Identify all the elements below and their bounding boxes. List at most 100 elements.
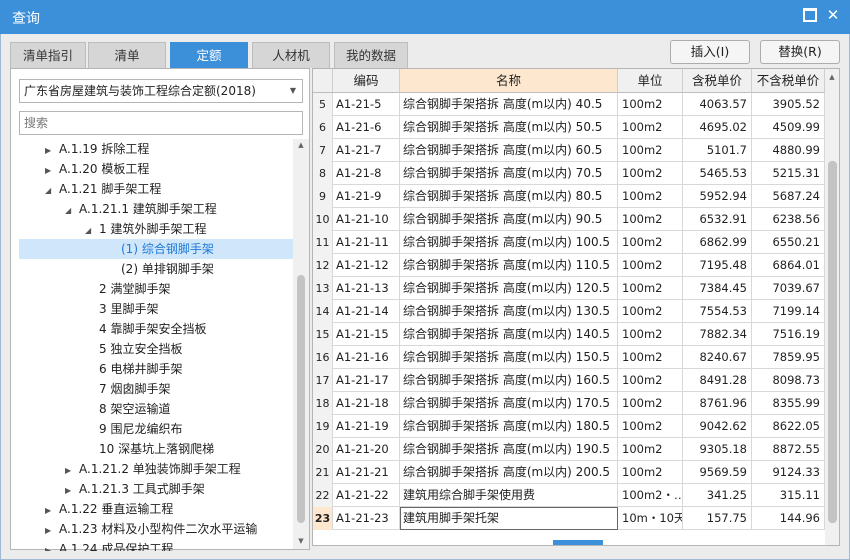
drag-handle[interactable] bbox=[553, 540, 603, 545]
code-cell[interactable]: A1-21-14 bbox=[333, 300, 400, 323]
row-index[interactable]: 11 bbox=[313, 231, 333, 254]
table-row[interactable]: 6 A1-21-6 综合钢脚手架搭拆 高度(m以内) 50.5 100m2 4695.0… bbox=[313, 116, 825, 139]
row-index[interactable]: 22 bbox=[313, 484, 333, 507]
price-tax-cell[interactable]: 6532.91 bbox=[683, 208, 752, 231]
scroll-up-icon[interactable]: ▲ bbox=[827, 73, 837, 81]
unit-cell[interactable]: 100m2 bbox=[618, 438, 683, 461]
code-cell[interactable]: A1-21-12 bbox=[333, 254, 400, 277]
table-row[interactable]: 22 A1-21-22 建筑用综合脚手架使用费 100m2・… 341.25 315.11 bbox=[313, 484, 825, 507]
code-cell[interactable]: A1-21-5 bbox=[333, 93, 400, 116]
scroll-down-icon[interactable]: ▼ bbox=[296, 537, 306, 545]
tree-node[interactable]: 10 深基坑上落钢爬梯 bbox=[85, 439, 214, 459]
row-index[interactable]: 18 bbox=[313, 392, 333, 415]
code-cell[interactable]: A1-21-22 bbox=[333, 484, 400, 507]
name-cell[interactable]: 综合钢脚手架搭拆 高度(m以内) 60.5 bbox=[400, 139, 618, 162]
price-tax-cell[interactable]: 6862.99 bbox=[683, 231, 752, 254]
unit-cell[interactable]: 100m2・… bbox=[618, 484, 683, 507]
unit-cell[interactable]: 100m2 bbox=[618, 116, 683, 139]
name-cell[interactable]: 综合钢脚手架搭拆 高度(m以内) 110.5 bbox=[400, 254, 618, 277]
price-notax-cell[interactable]: 6238.56 bbox=[752, 208, 825, 231]
row-index[interactable]: 17 bbox=[313, 369, 333, 392]
tree-node[interactable]: 5 独立安全挡板 bbox=[85, 339, 182, 359]
table-row[interactable]: 17 A1-21-17 综合钢脚手架搭拆 高度(m以内) 160.5 100m2 849… bbox=[313, 369, 825, 392]
unit-cell[interactable]: 100m2 bbox=[618, 415, 683, 438]
tree-node[interactable]: 3 里脚手架 bbox=[85, 299, 158, 319]
triangle-down-icon[interactable]: ◢ bbox=[65, 201, 79, 221]
col-header-code[interactable]: 编码 bbox=[333, 69, 400, 93]
code-cell[interactable]: A1-21-20 bbox=[333, 438, 400, 461]
triangle-right-icon[interactable]: ▶ bbox=[45, 141, 59, 161]
table-row[interactable]: 15 A1-21-15 综合钢脚手架搭拆 高度(m以内) 140.5 100m2 788… bbox=[313, 323, 825, 346]
price-tax-cell[interactable]: 8491.28 bbox=[683, 369, 752, 392]
price-notax-cell[interactable]: 8098.73 bbox=[752, 369, 825, 392]
price-tax-cell[interactable]: 9042.62 bbox=[683, 415, 752, 438]
tab-bill-guide[interactable]: 清单指引 bbox=[10, 42, 86, 68]
triangle-right-icon[interactable]: ▶ bbox=[45, 521, 59, 541]
unit-cell[interactable]: 100m2 bbox=[618, 162, 683, 185]
price-tax-cell[interactable]: 9569.59 bbox=[683, 461, 752, 484]
table-row[interactable]: 20 A1-21-20 综合钢脚手架搭拆 高度(m以内) 190.5 100m2 930… bbox=[313, 438, 825, 461]
table-row[interactable]: 11 A1-21-11 综合钢脚手架搭拆 高度(m以内) 100.5 100m2 686… bbox=[313, 231, 825, 254]
row-index[interactable]: 15 bbox=[313, 323, 333, 346]
table-row[interactable]: 13 A1-21-13 综合钢脚手架搭拆 高度(m以内) 120.5 100m2 738… bbox=[313, 277, 825, 300]
table-row[interactable]: 18 A1-21-18 综合钢脚手架搭拆 高度(m以内) 170.5 100m2 876… bbox=[313, 392, 825, 415]
unit-cell[interactable]: 100m2 bbox=[618, 208, 683, 231]
tree-node[interactable]: ◢ A.1.21.1 建筑脚手架工程 bbox=[65, 199, 217, 219]
name-cell[interactable]: 建筑用综合脚手架使用费 bbox=[400, 484, 618, 507]
price-notax-cell[interactable]: 5687.24 bbox=[752, 185, 825, 208]
table-scroll-thumb[interactable] bbox=[828, 161, 837, 523]
price-tax-cell[interactable]: 7882.34 bbox=[683, 323, 752, 346]
row-index[interactable]: 16 bbox=[313, 346, 333, 369]
price-tax-cell[interactable]: 8240.67 bbox=[683, 346, 752, 369]
code-cell[interactable]: A1-21-13 bbox=[333, 277, 400, 300]
scroll-up-icon[interactable]: ▲ bbox=[296, 141, 306, 149]
price-notax-cell[interactable]: 8355.99 bbox=[752, 392, 825, 415]
price-notax-cell[interactable]: 9124.33 bbox=[752, 461, 825, 484]
price-notax-cell[interactable]: 8622.05 bbox=[752, 415, 825, 438]
tree-node[interactable]: ▶ A.1.20 模板工程 bbox=[45, 159, 149, 179]
code-cell[interactable]: A1-21-10 bbox=[333, 208, 400, 231]
triangle-down-icon[interactable]: ◢ bbox=[85, 221, 99, 241]
name-cell[interactable]: 综合钢脚手架搭拆 高度(m以内) 170.5 bbox=[400, 392, 618, 415]
replace-button[interactable]: 替换(R) bbox=[760, 40, 840, 64]
triangle-right-icon[interactable]: ▶ bbox=[45, 161, 59, 181]
price-tax-cell[interactable]: 7554.53 bbox=[683, 300, 752, 323]
row-index[interactable]: 19 bbox=[313, 415, 333, 438]
row-index[interactable]: 6 bbox=[313, 116, 333, 139]
price-notax-cell[interactable]: 5215.31 bbox=[752, 162, 825, 185]
price-tax-cell[interactable]: 157.75 bbox=[683, 507, 752, 530]
tab-quota[interactable]: 定额 bbox=[170, 42, 248, 68]
price-tax-cell[interactable]: 9305.18 bbox=[683, 438, 752, 461]
col-header-price-notax[interactable]: 不含税单价 bbox=[752, 69, 825, 93]
code-cell[interactable]: A1-21-18 bbox=[333, 392, 400, 415]
name-cell[interactable]: 综合钢脚手架搭拆 高度(m以内) 140.5 bbox=[400, 323, 618, 346]
name-cell[interactable]: 综合钢脚手架搭拆 高度(m以内) 40.5 bbox=[400, 93, 618, 116]
tree-node[interactable]: 4 靠脚手架安全挡板 bbox=[85, 319, 206, 339]
table-row[interactable]: 14 A1-21-14 综合钢脚手架搭拆 高度(m以内) 130.5 100m2 755… bbox=[313, 300, 825, 323]
code-cell[interactable]: A1-21-9 bbox=[333, 185, 400, 208]
name-cell[interactable]: 综合钢脚手架搭拆 高度(m以内) 80.5 bbox=[400, 185, 618, 208]
library-select[interactable]: 广东省房屋建筑与装饰工程综合定额(2018) ▼ bbox=[19, 79, 303, 103]
table-row[interactable]: 9 A1-21-9 综合钢脚手架搭拆 高度(m以内) 80.5 100m2 5952.9… bbox=[313, 185, 825, 208]
code-cell[interactable]: A1-21-17 bbox=[333, 369, 400, 392]
tree-node[interactable]: ▶ A.1.22 垂直运输工程 bbox=[45, 499, 173, 519]
price-tax-cell[interactable]: 341.25 bbox=[683, 484, 752, 507]
col-header-unit[interactable]: 单位 bbox=[618, 69, 683, 93]
unit-cell[interactable]: 100m2 bbox=[618, 300, 683, 323]
unit-cell[interactable]: 100m2 bbox=[618, 461, 683, 484]
price-tax-cell[interactable]: 7384.45 bbox=[683, 277, 752, 300]
tree-node[interactable]: ▶ A.1.21.3 工具式脚手架 bbox=[65, 479, 205, 499]
tree-node[interactable]: ▶ A.1.24 成品保护工程 bbox=[45, 539, 173, 551]
unit-cell[interactable]: 100m2 bbox=[618, 392, 683, 415]
code-cell[interactable]: A1-21-6 bbox=[333, 116, 400, 139]
code-cell[interactable]: A1-21-8 bbox=[333, 162, 400, 185]
price-notax-cell[interactable]: 7039.67 bbox=[752, 277, 825, 300]
price-notax-cell[interactable]: 6864.01 bbox=[752, 254, 825, 277]
price-tax-cell[interactable]: 5101.7 bbox=[683, 139, 752, 162]
triangle-right-icon[interactable]: ▶ bbox=[45, 541, 59, 551]
name-cell[interactable]: 综合钢脚手架搭拆 高度(m以内) 160.5 bbox=[400, 369, 618, 392]
row-index[interactable]: 12 bbox=[313, 254, 333, 277]
unit-cell[interactable]: 100m2 bbox=[618, 254, 683, 277]
tree-scrollbar[interactable]: ▲ ▼ bbox=[293, 139, 309, 549]
price-tax-cell[interactable]: 7195.48 bbox=[683, 254, 752, 277]
